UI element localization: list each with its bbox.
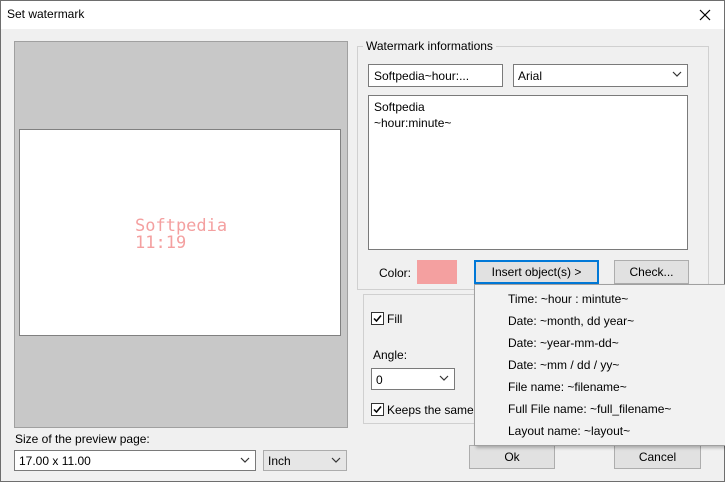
unit-select[interactable]: Inch bbox=[263, 450, 347, 471]
preview-size-select[interactable]: 17.00 x 11.00 bbox=[14, 450, 256, 471]
menu-item-date-month-dd-year[interactable]: Date: ~month, dd year~ bbox=[508, 310, 634, 332]
font-select[interactable]: Arial bbox=[513, 64, 688, 87]
watermark-preview-text: Softpedia 11:19 bbox=[135, 218, 227, 252]
set-watermark-dialog: Set watermark Softpedia 11:19 Watermark … bbox=[0, 0, 725, 482]
menu-item-date-mm-dd-yy[interactable]: Date: ~mm / dd / yy~ bbox=[508, 354, 619, 376]
watermark-name-value: Softpedia~hour:... bbox=[374, 69, 470, 83]
preview-page: Softpedia 11:19 bbox=[19, 129, 341, 336]
check-icon bbox=[373, 315, 382, 323]
color-label: Color: bbox=[379, 266, 412, 280]
menu-item-time[interactable]: Time: ~hour : mintute~ bbox=[508, 288, 628, 310]
window-title: Set watermark bbox=[7, 7, 85, 21]
preview-size-label: Size of the preview page: bbox=[15, 432, 150, 446]
chevron-down-icon bbox=[239, 454, 251, 466]
menu-item-layout-name[interactable]: Layout name: ~layout~ bbox=[508, 420, 630, 442]
watermark-text-area[interactable]: Softpedia ~hour:minute~ bbox=[368, 95, 688, 250]
preview-area: Softpedia 11:19 bbox=[14, 41, 348, 428]
color-swatch-button[interactable] bbox=[417, 260, 457, 284]
chevron-down-icon bbox=[330, 454, 342, 466]
insert-objects-menu: Time: ~hour : mintute~ Date: ~month, dd … bbox=[474, 284, 725, 446]
watermark-preview-line2: 11:19 bbox=[135, 233, 187, 253]
preview-size-value: 17.00 x 11.00 bbox=[19, 454, 91, 468]
menu-item-file-name[interactable]: File name: ~filename~ bbox=[508, 376, 627, 398]
keeps-same-label: Keeps the same bbox=[387, 403, 474, 417]
insert-objects-button[interactable]: Insert object(s) > bbox=[474, 260, 599, 284]
unit-select-value: Inch bbox=[268, 454, 291, 468]
fill-checkbox[interactable] bbox=[371, 312, 384, 325]
close-icon[interactable] bbox=[694, 4, 716, 26]
angle-select[interactable]: 0 bbox=[371, 368, 455, 390]
cancel-button[interactable]: Cancel bbox=[614, 445, 701, 469]
watermark-text-line1: Softpedia bbox=[374, 100, 425, 114]
check-button[interactable]: Check... bbox=[614, 260, 689, 284]
chevron-down-icon bbox=[671, 68, 683, 80]
watermark-name-field[interactable]: Softpedia~hour:... bbox=[368, 64, 503, 87]
check-icon bbox=[373, 406, 382, 414]
angle-label: Angle: bbox=[373, 348, 408, 362]
ok-button[interactable]: Ok bbox=[469, 445, 555, 469]
font-select-value: Arial bbox=[518, 69, 543, 83]
fill-label: Fill bbox=[387, 312, 403, 326]
menu-item-full-file-name[interactable]: Full File name: ~full_filename~ bbox=[508, 398, 671, 420]
watermark-text-line2: ~hour:minute~ bbox=[374, 116, 452, 130]
watermark-info-legend: Watermark informations bbox=[363, 39, 496, 53]
menu-item-date-year-mm-dd[interactable]: Date: ~year-mm-dd~ bbox=[508, 332, 619, 354]
keeps-same-checkbox[interactable] bbox=[371, 403, 384, 416]
chevron-down-icon bbox=[438, 372, 450, 384]
angle-select-value: 0 bbox=[376, 373, 383, 387]
title-bar[interactable]: Set watermark bbox=[1, 1, 724, 29]
